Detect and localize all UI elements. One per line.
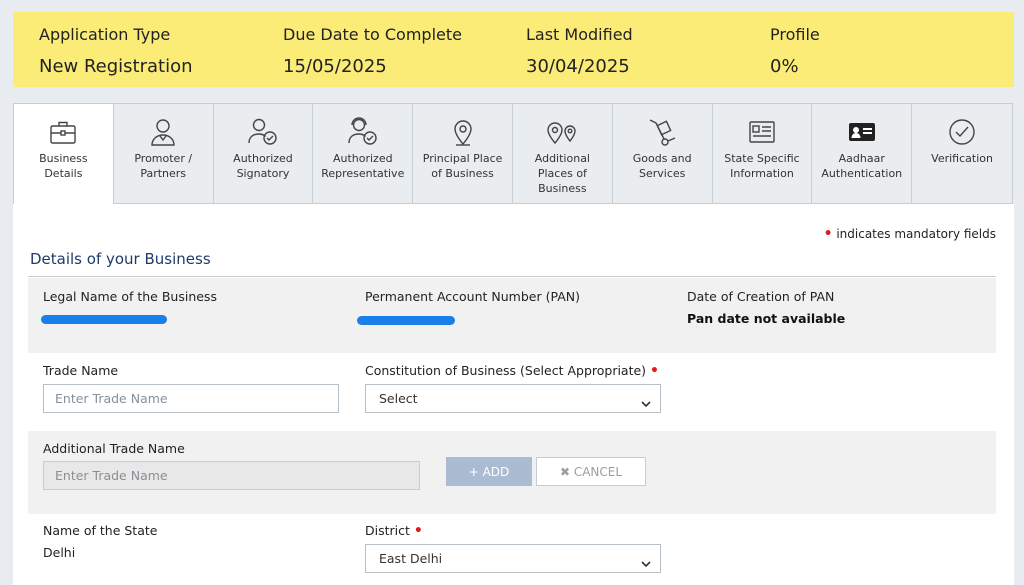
tab-goods-and-services[interactable]: Goods and Services <box>613 104 713 203</box>
profile-block: Profile 0% <box>770 24 820 79</box>
state-value: Delhi <box>43 545 76 560</box>
chevron-down-icon <box>640 392 652 419</box>
district-label: District • <box>365 523 423 539</box>
tab-verification[interactable]: Verification <box>912 104 1012 203</box>
tab-state-specific-information[interactable]: State Specific Information <box>713 104 813 203</box>
person-headset-check-icon <box>343 115 383 149</box>
application-summary-header: Application Type New Registration Due Da… <box>13 12 1014 87</box>
district-selected-value: East Delhi <box>379 551 443 566</box>
last-modified-label: Last Modified <box>526 25 633 44</box>
legal-name-label: Legal Name of the Business <box>43 289 217 304</box>
district-select[interactable]: East Delhi <box>365 544 661 573</box>
tab-label: Business Details <box>39 152 88 180</box>
tab-principal-place-of-business[interactable]: Principal Place of Business <box>413 104 513 203</box>
add-trade-name-button[interactable]: + ADD <box>446 457 532 486</box>
section-title: Details of your Business <box>30 250 211 268</box>
constitution-selected-value: Select <box>379 391 418 406</box>
mandatory-fields-note: • indicates mandatory fields <box>823 226 996 242</box>
mandatory-dot: • <box>823 226 833 242</box>
tab-label: Verification <box>931 152 993 165</box>
pan-redacted <box>357 316 455 325</box>
constitution-label: Constitution of Business (Select Appropr… <box>365 363 659 379</box>
tab-label: Aadhaar Authentication <box>821 152 903 180</box>
tab-promoter-partners[interactable]: Promoter / Partners <box>114 104 214 203</box>
business-identity-row: Legal Name of the Business Permanent Acc… <box>28 278 996 353</box>
pan-date-value: Pan date not available <box>687 311 846 326</box>
tab-authorized-signatory[interactable]: Authorized Signatory <box>214 104 314 203</box>
double-location-pin-icon <box>542 115 582 149</box>
legal-name-redacted <box>41 315 167 324</box>
tab-label: Promoter / Partners <box>134 152 193 180</box>
constitution-select[interactable]: Select <box>365 384 661 413</box>
due-date-block: Due Date to Complete 15/05/2025 <box>283 24 462 79</box>
registration-tabs: Business Details Promoter / Partners Autho… <box>13 103 1013 204</box>
additional-trade-name-label: Additional Trade Name <box>43 441 185 456</box>
id-card-icon <box>742 115 782 149</box>
cancel-button[interactable]: ✖ CANCEL <box>536 457 646 486</box>
trade-name-label: Trade Name <box>43 363 119 378</box>
tab-label: Principal Place of Business <box>422 152 503 180</box>
person-check-icon <box>243 115 283 149</box>
tab-label: Goods and Services <box>632 152 692 180</box>
location-pin-icon <box>443 115 483 149</box>
mandatory-dot: • <box>650 363 659 379</box>
due-date-label: Due Date to Complete <box>283 25 462 44</box>
profile-label: Profile <box>770 25 820 44</box>
last-modified-value: 30/04/2025 <box>526 56 630 77</box>
due-date-value: 15/05/2025 <box>283 56 387 77</box>
mandatory-dot: • <box>413 523 423 539</box>
check-circle-icon <box>942 115 982 149</box>
briefcase-icon <box>43 115 83 149</box>
profile-value: 0% <box>770 56 799 77</box>
state-label: Name of the State <box>43 523 158 538</box>
tab-label: Authorized Signatory <box>233 152 293 180</box>
tab-authorized-representative[interactable]: Authorized Representative <box>313 104 414 203</box>
tab-business-details[interactable]: Business Details <box>14 104 114 204</box>
pan-label: Permanent Account Number (PAN) <box>365 289 580 304</box>
application-type-label: Application Type <box>39 25 171 44</box>
additional-trade-name-row: Additional Trade Name + ADD ✖ CANCEL <box>28 431 996 514</box>
additional-trade-name-input[interactable] <box>43 461 420 490</box>
pan-date-label: Date of Creation of PAN <box>687 289 835 304</box>
person-icon <box>143 115 183 149</box>
last-modified-block: Last Modified 30/04/2025 <box>526 24 633 79</box>
tab-label: Additional Places of Business <box>534 152 590 195</box>
tab-label: State Specific Information <box>724 152 800 180</box>
chevron-down-icon <box>640 552 652 579</box>
hand-truck-icon <box>642 115 682 149</box>
tab-aadhaar-authentication[interactable]: Aadhaar Authentication <box>812 104 913 203</box>
tab-additional-places-of-business[interactable]: Additional Places of Business <box>513 104 613 203</box>
tab-label: Authorized Representative <box>321 152 405 180</box>
divider <box>28 276 996 277</box>
business-details-panel: • indicates mandatory fields Details of … <box>13 204 1014 585</box>
trade-name-input[interactable] <box>43 384 339 413</box>
application-type-block: Application Type New Registration <box>39 24 193 79</box>
application-type-value: New Registration <box>39 56 193 77</box>
aadhaar-card-icon <box>842 115 882 149</box>
